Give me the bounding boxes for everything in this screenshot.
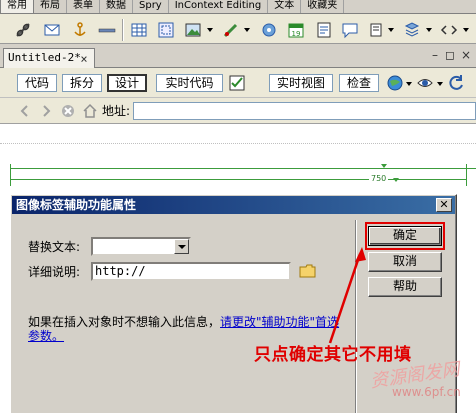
stop-icon[interactable]: [60, 103, 76, 119]
alt-text-combobox[interactable]: [91, 237, 191, 256]
address-bar: 地址:: [0, 98, 476, 124]
chevron-down-icon[interactable]: [406, 82, 412, 86]
visual-aids-icon[interactable]: [416, 74, 434, 92]
insert-div-icon[interactable]: [157, 21, 175, 39]
table-width-menu-arrow-icon[interactable]: [393, 178, 399, 182]
tag-chooser-icon[interactable]: [440, 21, 458, 39]
table-icon[interactable]: [130, 21, 148, 39]
close-icon[interactable]: ×: [459, 48, 473, 62]
script-icon[interactable]: [403, 21, 421, 39]
server-include-icon[interactable]: [315, 21, 333, 39]
forward-arrow-icon[interactable]: [38, 103, 54, 119]
chevron-down-icon[interactable]: [388, 28, 394, 32]
cancel-button[interactable]: 取消: [368, 252, 442, 272]
folder-icon[interactable]: [299, 263, 317, 279]
code-view-button[interactable]: 代码: [17, 74, 57, 92]
horizontal-rule-icon[interactable]: [98, 21, 116, 39]
watermark-url: www.6pf.cn: [392, 385, 461, 399]
table-width-label: 750: [369, 174, 389, 184]
annotation-text: 只点确定其它不用填: [254, 345, 412, 365]
media-icon[interactable]: [222, 21, 240, 39]
tab-common[interactable]: 常用: [0, 0, 34, 13]
document-tab-bar: Untitled-2* × – ◻ ×: [0, 44, 476, 68]
insert-toolbar: 19: [0, 14, 476, 44]
long-description-input[interactable]: http://: [91, 262, 291, 281]
preview-browser-icon[interactable]: [386, 74, 404, 92]
document-tab[interactable]: Untitled-2* ×: [3, 48, 95, 68]
address-label: 地址:: [102, 104, 131, 118]
svg-text:19: 19: [292, 30, 301, 38]
toolbar-separator: [122, 19, 124, 41]
inspect-button[interactable]: 检查: [339, 74, 379, 92]
dialog-title: 图像标签辅助功能属性 ✕: [12, 196, 455, 214]
home-icon[interactable]: [82, 103, 98, 119]
long-description-label: 详细说明:: [28, 265, 81, 279]
preferences-info-text: 如果在插入对象时不想输入此信息，请更改"辅助功能"首选参数。: [28, 315, 348, 343]
minimize-icon[interactable]: –: [428, 48, 442, 62]
hyperlink-icon[interactable]: [14, 21, 32, 39]
split-view-button[interactable]: 拆分: [62, 74, 102, 92]
alt-text-label: 替换文本:: [28, 240, 81, 254]
chevron-down-icon[interactable]: [437, 82, 443, 86]
document-tab-label: Untitled-2*: [8, 51, 81, 64]
close-icon[interactable]: ✕: [436, 198, 452, 212]
restore-icon[interactable]: ◻: [443, 48, 457, 62]
comment-icon[interactable]: [341, 21, 359, 39]
tab-forms[interactable]: 表单: [67, 0, 100, 13]
email-link-icon[interactable]: [43, 21, 61, 39]
chevron-down-icon[interactable]: [207, 28, 213, 32]
back-arrow-icon[interactable]: [17, 103, 33, 119]
live-code-button[interactable]: 实时代码: [156, 74, 223, 92]
table-outline: [10, 168, 476, 169]
address-input[interactable]: [133, 102, 476, 120]
dialog-title-text: 图像标签辅助功能属性: [16, 198, 137, 212]
info-text: 如果在插入对象时不想输入此信息，: [28, 315, 221, 329]
close-icon[interactable]: ×: [77, 53, 91, 67]
tab-data[interactable]: 数据: [100, 0, 133, 13]
chevron-down-icon[interactable]: [244, 28, 250, 32]
chevron-down-icon[interactable]: [426, 28, 432, 32]
date-icon[interactable]: 19: [287, 21, 305, 39]
highlight-box: [365, 222, 445, 250]
canvas-guide-line: [0, 143, 476, 144]
insert-bar-tabs: 常用 布局 表单 数据 Spry InContext Editing 文本 收藏…: [0, 0, 476, 14]
named-anchor-icon[interactable]: [71, 21, 89, 39]
tab-favorites[interactable]: 收藏夹: [301, 0, 345, 13]
chevron-down-icon[interactable]: [174, 239, 189, 254]
design-view-button[interactable]: 设计: [107, 74, 147, 92]
live-view-button[interactable]: 实时视图: [269, 74, 333, 92]
column-menu-arrow-icon[interactable]: [381, 164, 387, 168]
tab-spry[interactable]: Spry: [133, 0, 169, 13]
widget-icon[interactable]: [260, 21, 278, 39]
help-button[interactable]: 帮助: [368, 277, 442, 297]
refresh-design-icon[interactable]: [447, 74, 465, 92]
chevron-down-icon[interactable]: [463, 28, 469, 32]
head-icon[interactable]: [367, 21, 385, 39]
document-toolbar: 代码 拆分 设计 实时代码 实时视图 检查: [0, 68, 476, 98]
tab-incontext-editing[interactable]: InContext Editing: [169, 0, 269, 13]
validate-markup-icon[interactable]: [228, 74, 246, 92]
tab-layout[interactable]: 布局: [34, 0, 67, 13]
image-icon[interactable]: [184, 21, 202, 39]
dialog-divider: [355, 220, 357, 413]
tab-text[interactable]: 文本: [268, 0, 302, 13]
